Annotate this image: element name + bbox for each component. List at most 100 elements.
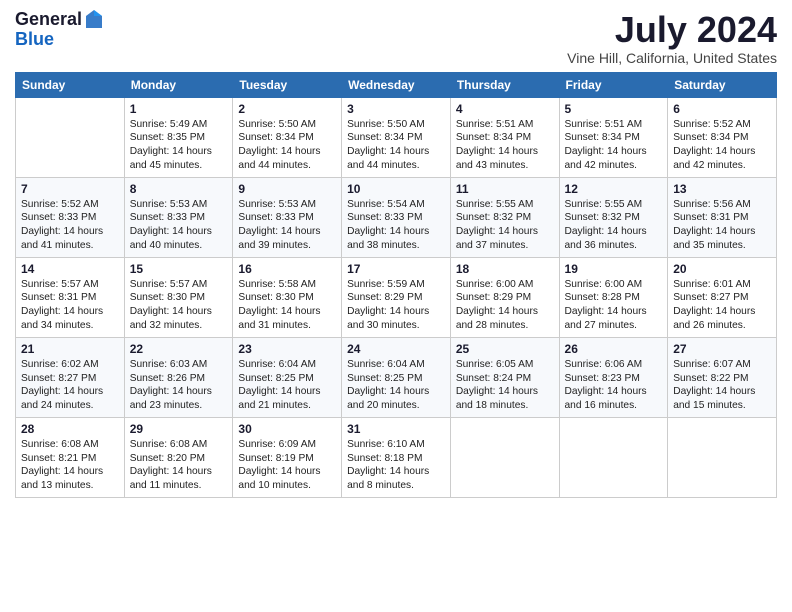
cell-data-2-0: Sunrise: 5:57 AM Sunset: 8:31 PM Dayligh… [21,278,119,333]
cell-4-6 [668,417,777,497]
cell-3-0: 21Sunrise: 6:02 AM Sunset: 8:27 PM Dayli… [16,337,125,417]
day-num-0-5: 5 [565,102,663,116]
main-title: July 2024 [567,10,777,50]
cell-data-3-0: Sunrise: 6:02 AM Sunset: 8:27 PM Dayligh… [21,358,119,413]
day-num-3-5: 26 [565,342,663,356]
day-num-1-2: 9 [238,182,336,196]
cell-data-2-3: Sunrise: 5:59 AM Sunset: 8:29 PM Dayligh… [347,278,445,333]
day-num-4-0: 28 [21,422,119,436]
cell-2-6: 20 Sunrise: 6:01 AM Sunset: 8:27 PM Dayli… [668,257,777,337]
day-num-3-2: 23 [238,342,336,356]
cell-3-6: 27Sunrise: 6:07 AM Sunset: 8:22 PM Dayli… [668,337,777,417]
day-num-2-5: 19 [565,262,663,276]
day-num-4-1: 29 [130,422,228,436]
cell-data-2-6: Sunrise: 6:01 AM Sunset: 8:27 PM Dayligh… [673,278,771,333]
week-row-3: 21Sunrise: 6:02 AM Sunset: 8:27 PM Dayli… [16,337,777,417]
cell-data-4-2: Sunrise: 6:09 AM Sunset: 8:19 PM Dayligh… [238,438,336,493]
cell-4-5 [559,417,668,497]
day-num-3-6: 27 [673,342,771,356]
cell-data-3-1: Sunrise: 6:03 AM Sunset: 8:26 PM Dayligh… [130,358,228,413]
cell-1-2: 9 Sunrise: 5:53 AM Sunset: 8:33 PM Daylig… [233,177,342,257]
logo-icon [84,8,104,30]
cell-data-0-4: Sunrise: 5:51 AM Sunset: 8:34 PM Dayligh… [456,118,554,173]
cell-data-0-2: Sunrise: 5:50 AM Sunset: 8:34 PM Dayligh… [238,118,336,173]
cell-2-4: 18Sunrise: 6:00 AM Sunset: 8:29 PM Dayli… [450,257,559,337]
day-num-4-3: 31 [347,422,445,436]
cell-data-1-5: Sunrise: 5:55 AM Sunset: 8:32 PM Dayligh… [565,198,663,253]
day-num-0-6: 6 [673,102,771,116]
cell-data-4-1: Sunrise: 6:08 AM Sunset: 8:20 PM Dayligh… [130,438,228,493]
cell-0-1: 1Sunrise: 5:49 AM Sunset: 8:35 PM Daylig… [124,97,233,177]
cell-4-1: 29 Sunrise: 6:08 AM Sunset: 8:20 PM Dayli… [124,417,233,497]
cell-data-0-5: Sunrise: 5:51 AM Sunset: 8:34 PM Dayligh… [565,118,663,173]
day-num-3-1: 22 [130,342,228,356]
page: General Blue July 2024 Vine Hill, Califo… [0,0,792,612]
cell-data-3-5: Sunrise: 6:06 AM Sunset: 8:23 PM Dayligh… [565,358,663,413]
cell-3-1: 22 Sunrise: 6:03 AM Sunset: 8:26 PM Dayli… [124,337,233,417]
day-num-0-3: 3 [347,102,445,116]
logo: General Blue [15,10,104,50]
cell-1-5: 12 Sunrise: 5:55 AM Sunset: 8:32 PM Dayli… [559,177,668,257]
day-num-1-5: 12 [565,182,663,196]
cell-0-0 [16,97,125,177]
cell-1-1: 8 Sunrise: 5:53 AM Sunset: 8:33 PM Daylig… [124,177,233,257]
cell-data-3-3: Sunrise: 6:04 AM Sunset: 8:25 PM Dayligh… [347,358,445,413]
cell-4-4 [450,417,559,497]
day-num-1-3: 10 [347,182,445,196]
cell-data-4-3: Sunrise: 6:10 AM Sunset: 8:18 PM Dayligh… [347,438,445,493]
day-num-2-0: 14 [21,262,119,276]
cell-3-5: 26 Sunrise: 6:06 AM Sunset: 8:23 PM Dayli… [559,337,668,417]
cell-0-4: 4 Sunrise: 5:51 AM Sunset: 8:34 PM Daylig… [450,97,559,177]
cell-data-2-5: Sunrise: 6:00 AM Sunset: 8:28 PM Dayligh… [565,278,663,333]
calendar: Sunday Monday Tuesday Wednesday Thursday… [15,72,777,498]
cell-data-2-2: Sunrise: 5:58 AM Sunset: 8:30 PM Dayligh… [238,278,336,333]
logo-general: General [15,10,82,30]
cell-2-5: 19 Sunrise: 6:00 AM Sunset: 8:28 PM Dayli… [559,257,668,337]
cell-3-2: 23 Sunrise: 6:04 AM Sunset: 8:25 PM Dayli… [233,337,342,417]
day-num-0-4: 4 [456,102,554,116]
header-tuesday: Tuesday [233,72,342,97]
cell-0-2: 2 Sunrise: 5:50 AM Sunset: 8:34 PM Daylig… [233,97,342,177]
cell-0-6: 6 Sunrise: 5:52 AM Sunset: 8:34 PM Daylig… [668,97,777,177]
cell-1-6: 13Sunrise: 5:56 AM Sunset: 8:31 PM Dayli… [668,177,777,257]
cell-1-0: 7Sunrise: 5:52 AM Sunset: 8:33 PM Daylig… [16,177,125,257]
day-num-2-6: 20 [673,262,771,276]
cell-4-0: 28 Sunrise: 6:08 AM Sunset: 8:21 PM Dayli… [16,417,125,497]
cell-2-3: 17Sunrise: 5:59 AM Sunset: 8:29 PM Dayli… [342,257,451,337]
day-num-0-1: 1 [130,102,228,116]
header-saturday: Saturday [668,72,777,97]
week-row-2: 14 Sunrise: 5:57 AM Sunset: 8:31 PM Dayli… [16,257,777,337]
cell-data-1-6: Sunrise: 5:56 AM Sunset: 8:31 PM Dayligh… [673,198,771,253]
header-thursday: Thursday [450,72,559,97]
cell-data-0-6: Sunrise: 5:52 AM Sunset: 8:34 PM Dayligh… [673,118,771,173]
day-num-4-2: 30 [238,422,336,436]
header-sunday: Sunday [16,72,125,97]
day-num-0-2: 2 [238,102,336,116]
day-num-3-4: 25 [456,342,554,356]
cell-data-3-2: Sunrise: 6:04 AM Sunset: 8:25 PM Dayligh… [238,358,336,413]
day-num-2-4: 18 [456,262,554,276]
cell-data-2-1: Sunrise: 5:57 AM Sunset: 8:30 PM Dayligh… [130,278,228,333]
cell-data-3-4: Sunrise: 6:05 AM Sunset: 8:24 PM Dayligh… [456,358,554,413]
cell-1-3: 10 Sunrise: 5:54 AM Sunset: 8:33 PM Dayli… [342,177,451,257]
subtitle: Vine Hill, California, United States [567,50,777,66]
logo-blue: Blue [15,30,104,50]
cell-data-1-1: Sunrise: 5:53 AM Sunset: 8:33 PM Dayligh… [130,198,228,253]
day-num-2-1: 15 [130,262,228,276]
day-num-1-0: 7 [21,182,119,196]
day-num-3-3: 24 [347,342,445,356]
week-row-1: 7Sunrise: 5:52 AM Sunset: 8:33 PM Daylig… [16,177,777,257]
cell-data-1-4: Sunrise: 5:55 AM Sunset: 8:32 PM Dayligh… [456,198,554,253]
header: General Blue July 2024 Vine Hill, Califo… [15,10,777,66]
cell-2-1: 15 Sunrise: 5:57 AM Sunset: 8:30 PM Dayli… [124,257,233,337]
cell-1-4: 11 Sunrise: 5:55 AM Sunset: 8:32 PM Dayli… [450,177,559,257]
day-num-1-4: 11 [456,182,554,196]
cell-data-4-0: Sunrise: 6:08 AM Sunset: 8:21 PM Dayligh… [21,438,119,493]
cell-data-1-3: Sunrise: 5:54 AM Sunset: 8:33 PM Dayligh… [347,198,445,253]
cell-0-3: 3 Sunrise: 5:50 AM Sunset: 8:34 PM Daylig… [342,97,451,177]
title-area: July 2024 Vine Hill, California, United … [567,10,777,66]
cell-0-5: 5 Sunrise: 5:51 AM Sunset: 8:34 PM Daylig… [559,97,668,177]
day-num-1-1: 8 [130,182,228,196]
cell-data-0-3: Sunrise: 5:50 AM Sunset: 8:34 PM Dayligh… [347,118,445,173]
cell-data-1-2: Sunrise: 5:53 AM Sunset: 8:33 PM Dayligh… [238,198,336,253]
